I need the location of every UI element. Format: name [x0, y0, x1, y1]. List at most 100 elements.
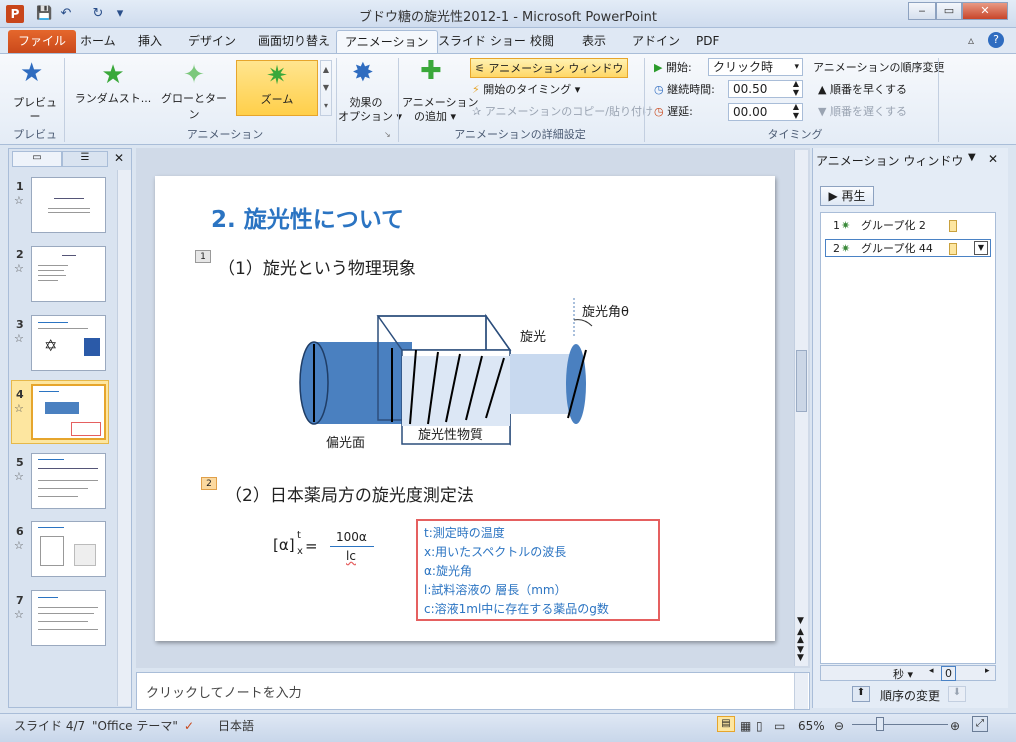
gallery-random-stripes[interactable]: ★ ランダムスト...: [74, 60, 152, 116]
delay-spinner[interactable]: 00.00 ▲ ▼: [728, 102, 803, 121]
scroll-right-icon[interactable]: ▸: [985, 666, 990, 676]
tab-slideshow[interactable]: スライド ショー: [430, 30, 534, 54]
effect-options-icon[interactable]: ✸: [352, 58, 374, 88]
slide-thumbnail-4[interactable]: [31, 384, 106, 440]
tab-slides-icon[interactable]: ▭: [12, 151, 62, 167]
animation-item-1[interactable]: 1 ✷ グループ化 2: [825, 217, 991, 235]
animation-pane-button[interactable]: ⚟ アニメーション ウィンドウ: [470, 58, 629, 78]
label-rotation[interactable]: 旋光: [520, 326, 546, 345]
formula-lhs[interactable]: [α]: [273, 536, 295, 554]
tab-transitions[interactable]: 画面切り替え: [250, 30, 338, 54]
language[interactable]: 日本語: [218, 717, 254, 735]
slide-thumbnail-7[interactable]: [31, 590, 106, 646]
fit-to-window-icon[interactable]: ⤢: [972, 716, 988, 732]
thumbnail-number: 4: [16, 388, 24, 401]
theme-name[interactable]: "Office テーマ": [92, 717, 178, 735]
start-timing-button[interactable]: ⚡ 開始のタイミング ▾: [472, 80, 580, 100]
zoom-slider-thumb[interactable]: [876, 717, 884, 731]
definitions-box[interactable]: t:測定時の温度 x:用いたスペクトルの波長 α:旋光角 l:試料溶液の 層長（…: [416, 519, 660, 621]
dialog-launcher-icon[interactable]: ↘: [384, 130, 391, 139]
label-polarizer[interactable]: 偏光面: [326, 432, 365, 451]
tab-addins[interactable]: アドイン: [624, 30, 688, 54]
pane-menu-icon[interactable]: ▼: [968, 152, 976, 163]
duration-spinner[interactable]: 00.50 ▲ ▼: [728, 79, 803, 98]
play-button[interactable]: ▶ 再生: [820, 186, 874, 206]
notes-scrollbar[interactable]: [794, 673, 808, 709]
slide-scrollbar[interactable]: ▼ ▲ ▲ ▼ ▼: [794, 150, 808, 666]
slide-thumbnail-5[interactable]: [31, 453, 106, 509]
tab-animations[interactable]: アニメーション: [336, 30, 438, 54]
timeline-bar[interactable]: [949, 220, 957, 232]
definition-line: x:用いたスペクトルの波長: [424, 545, 567, 559]
next-slide-icon[interactable]: ▼ ▼: [797, 646, 804, 663]
ribbon-collapse-icon[interactable]: ▵: [968, 33, 974, 47]
tab-pdf[interactable]: PDF: [688, 30, 727, 54]
timeline-bar[interactable]: [949, 243, 957, 255]
animation-pane-icon: ⚟: [475, 62, 485, 75]
pane-close-icon[interactable]: ✕: [988, 152, 998, 166]
move-down-icon[interactable]: ⬇: [948, 686, 966, 702]
reading-view-icon[interactable]: ▯: [756, 717, 763, 735]
preview-star-icon[interactable]: ★: [20, 58, 43, 88]
label-rotation-angle[interactable]: 旋光角θ: [582, 301, 629, 320]
normal-view-icon[interactable]: ▤: [717, 716, 735, 732]
heading-optical-rotation[interactable]: （1）旋光という物理現象: [218, 254, 416, 279]
tab-review[interactable]: 校閲: [522, 30, 562, 54]
tab-insert[interactable]: 挿入: [130, 30, 170, 54]
move-later-button[interactable]: ▼ 順番を遅くする: [818, 102, 907, 122]
close-pane-icon[interactable]: ✕: [114, 151, 124, 165]
slide-title[interactable]: 2. 旋光性について: [211, 200, 404, 234]
add-animation-button[interactable]: アニメーション の追加 ▾: [402, 96, 479, 124]
animation-tag-1[interactable]: 1: [195, 250, 211, 263]
slide-sorter-icon[interactable]: ▦: [740, 717, 751, 735]
slide-thumbnail-2[interactable]: [31, 246, 106, 302]
scroll-down-icon[interactable]: ▼: [797, 616, 804, 626]
prev-slide-icon[interactable]: ▲ ▲: [797, 628, 804, 645]
seconds-dropdown[interactable]: 秒 ▾: [893, 666, 913, 682]
fraction-bar: [330, 546, 374, 547]
tab-view[interactable]: 表示: [574, 30, 614, 54]
spinner-arrows-icon: ▲ ▼: [792, 79, 799, 97]
zoom-in-icon[interactable]: ⊕: [950, 717, 960, 735]
item-dropdown-icon[interactable]: ▼: [974, 241, 988, 255]
close-button[interactable]: ✕: [962, 2, 1008, 20]
duration-label: 継続時間:: [667, 83, 715, 96]
animation-painter-button[interactable]: ✰ アニメーションのコピー/貼り付け: [472, 102, 653, 122]
label-optical-substance[interactable]: 旋光性物質: [418, 424, 483, 443]
preview-button[interactable]: プレビュー: [8, 96, 62, 124]
zoom-out-icon[interactable]: ⊖: [834, 717, 844, 735]
gallery-zoom[interactable]: ✷ ズーム: [236, 60, 318, 116]
heading-jp-method[interactable]: （2）日本薬局方の旋光度測定法: [225, 481, 474, 506]
tab-outline-icon[interactable]: ☰: [62, 151, 108, 167]
start-dropdown[interactable]: クリック時 ▾: [708, 58, 803, 76]
slideshow-icon[interactable]: ▭: [774, 717, 785, 735]
animation-tag-2[interactable]: 2: [201, 477, 217, 490]
notes-placeholder[interactable]: クリックしてノートを入力: [146, 682, 302, 701]
help-icon[interactable]: ?: [988, 32, 1004, 48]
crystal-image: [84, 338, 100, 356]
thumbnail-scrollbar[interactable]: [117, 170, 131, 706]
slide-thumbnail-6[interactable]: [31, 521, 106, 577]
zoom-slider[interactable]: [852, 724, 948, 725]
slide-thumbnail-3[interactable]: ✡: [31, 315, 106, 371]
add-animation-icon[interactable]: ✚: [420, 56, 442, 86]
timeline-scale[interactable]: 秒 ▾ ◂ 0 ▸: [820, 665, 996, 681]
minimize-button[interactable]: ‒: [908, 2, 936, 20]
thumb-table: [40, 536, 64, 566]
gallery-scroll[interactable]: ▲ ▼ ▾: [320, 60, 332, 116]
spellcheck-icon[interactable]: ✓: [184, 717, 194, 735]
animation-item-2[interactable]: 2 ✷ グループ化 44 ▼: [825, 239, 991, 257]
maximize-button[interactable]: ▭: [936, 2, 962, 20]
move-earlier-button[interactable]: ▲ 順番を早くする: [818, 80, 907, 100]
scroll-left-icon[interactable]: ◂: [929, 666, 934, 676]
tab-home[interactable]: ホーム: [72, 30, 124, 54]
formula-numerator: 100α: [336, 530, 367, 544]
zoom-level[interactable]: 65%: [798, 717, 825, 735]
tab-design[interactable]: デザイン: [180, 30, 244, 54]
move-up-icon[interactable]: ⬆: [852, 686, 870, 702]
gallery-grow-turn[interactable]: ✦ グローとターン: [156, 60, 232, 121]
tab-file[interactable]: ファイル: [8, 30, 77, 54]
scroll-thumb[interactable]: [796, 350, 807, 412]
slide-thumbnail-1[interactable]: [31, 177, 106, 233]
effect-options-button[interactable]: 効果の オプション ▾: [338, 96, 402, 124]
